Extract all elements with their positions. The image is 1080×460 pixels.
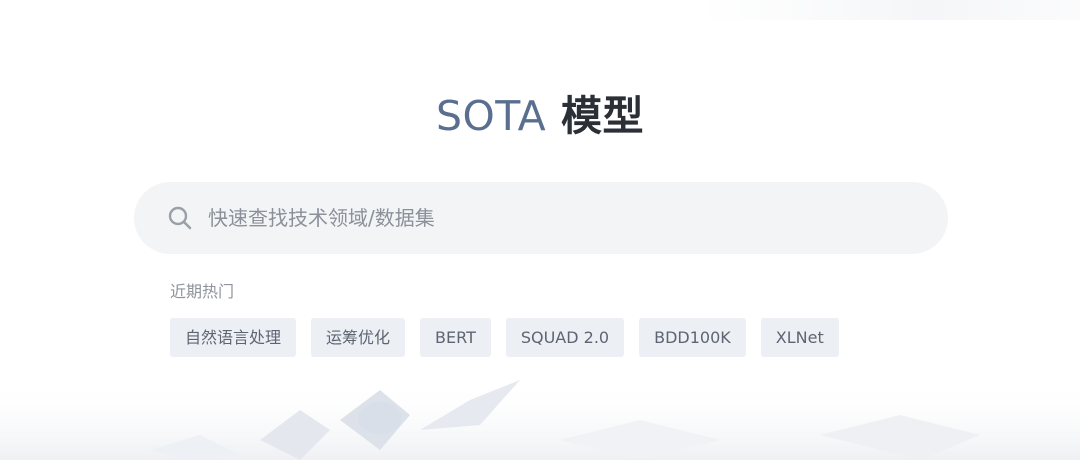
tag-bdd100k[interactable]: BDD100K	[639, 318, 746, 357]
page-title: SOTA 模型	[0, 88, 1080, 144]
tag-bert[interactable]: BERT	[420, 318, 491, 357]
page-title-rest: 模型	[561, 92, 644, 140]
search-input[interactable]	[208, 198, 908, 238]
background-decoration	[0, 380, 1080, 460]
search-bar[interactable]	[134, 182, 948, 254]
tag-xlnet[interactable]: XLNet	[760, 318, 839, 357]
tag-squad[interactable]: SQUAD 2.0	[505, 318, 625, 357]
tag-operations-optimization[interactable]: 运筹优化	[311, 318, 406, 357]
top-decoration	[700, 0, 1080, 20]
page-title-accent: SOTA	[436, 92, 547, 140]
page: SOTA 模型 近期热门 自然语言处理 运筹优化 BERT SQUAD 2.0 …	[0, 0, 1080, 460]
tag-nlp[interactable]: 自然语言处理	[170, 318, 297, 357]
hot-tags: 自然语言处理 运筹优化 BERT SQUAD 2.0 BDD100K XLNet	[170, 318, 839, 357]
hot-label: 近期热门	[170, 282, 235, 301]
search-icon[interactable]	[166, 204, 194, 232]
